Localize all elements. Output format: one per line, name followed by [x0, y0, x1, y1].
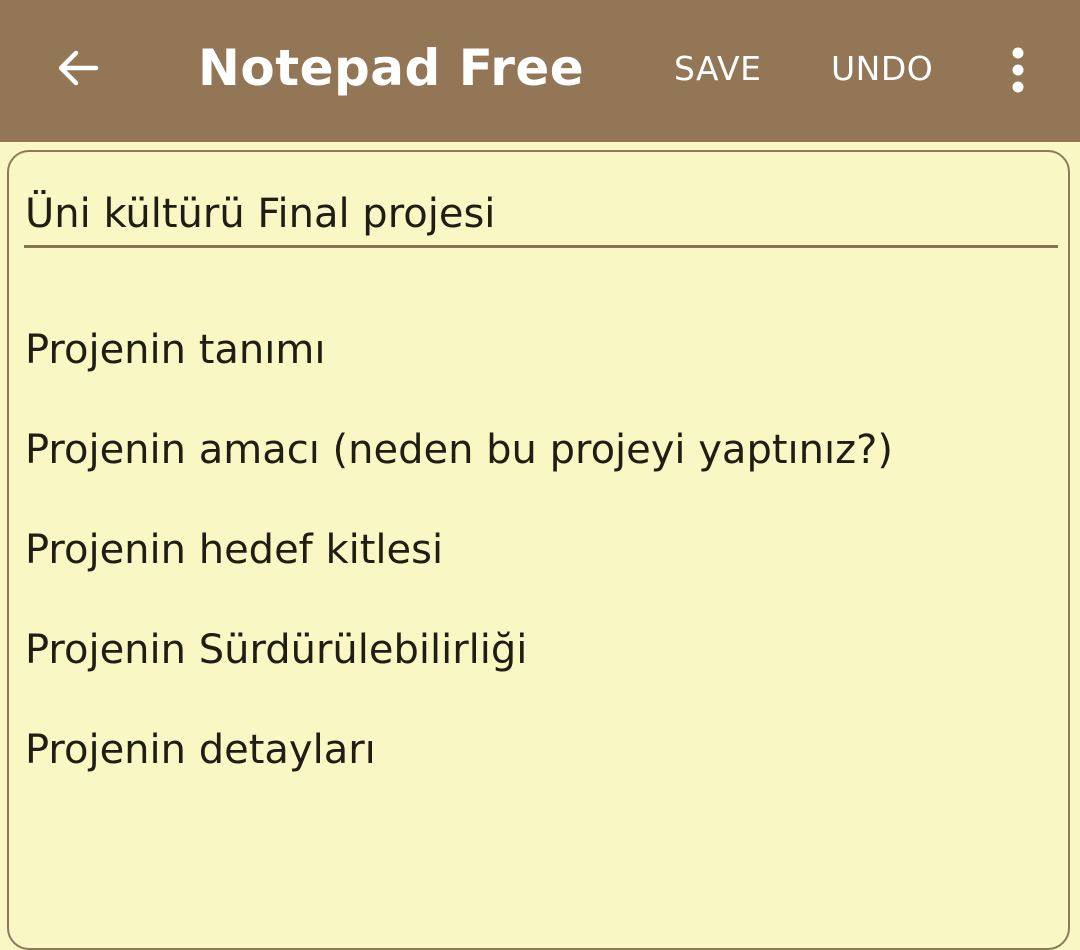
- note-line: Projenin Sürdürülebilirliği: [25, 627, 528, 673]
- more-vertical-icon: [1012, 47, 1024, 93]
- note-editor: Üni kültürü Final projesi Projenin tanım…: [7, 150, 1070, 950]
- more-options-button[interactable]: [996, 38, 1040, 102]
- note-body-field[interactable]: Projenin tanımı Projenin amacı (neden bu…: [25, 300, 1060, 800]
- undo-button[interactable]: UNDO: [831, 46, 933, 92]
- note-line: Projenin hedef kitlesi: [25, 527, 444, 573]
- note-title-field[interactable]: Üni kültürü Final projesi: [25, 186, 1057, 242]
- arrow-left-icon: [58, 50, 99, 86]
- app-title: Notepad Free: [198, 39, 585, 97]
- note-line: Projenin tanımı: [25, 327, 326, 373]
- save-button[interactable]: SAVE: [674, 46, 761, 92]
- app-bar: Notepad Free SAVE UNDO: [0, 0, 1080, 142]
- back-button[interactable]: [48, 36, 108, 100]
- note-line: Projenin amacı (neden bu projeyi yaptını…: [25, 427, 893, 473]
- note-line: Projenin detayları: [25, 727, 376, 773]
- title-divider: [24, 245, 1058, 248]
